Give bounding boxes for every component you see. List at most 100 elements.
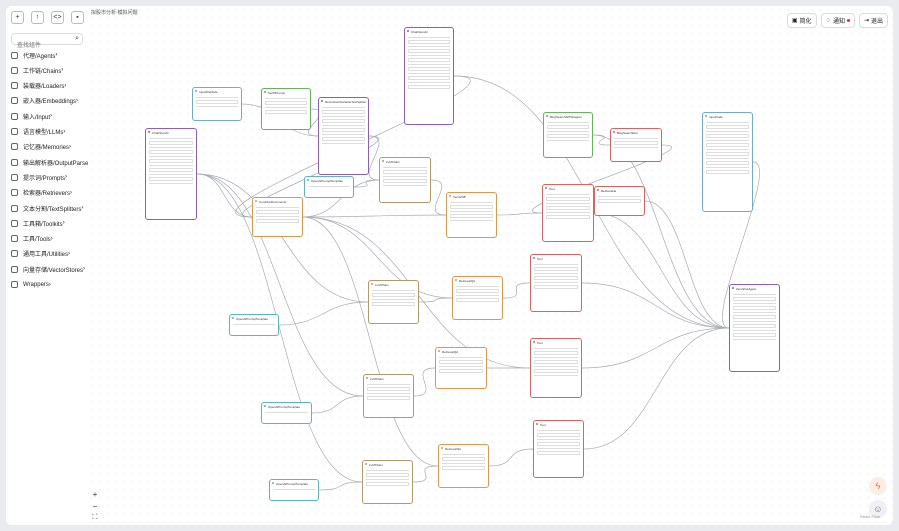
node-field[interactable] [706,152,749,156]
flow-node[interactable]: OpenAIPromptTemplate [304,176,354,198]
category-item[interactable]: 通用工具/Utilities › [11,248,70,260]
flow-node[interactable]: LLMChain [368,280,419,324]
flow-node[interactable]: OpenAIPromptTemplate [261,402,312,424]
node-field[interactable] [706,161,749,165]
flow-node[interactable]: Tool [533,420,584,478]
node-field[interactable] [534,369,578,373]
category-item[interactable]: 装载器/Loaders › [11,80,66,92]
node-field[interactable] [614,141,658,145]
node-field[interactable] [256,219,299,223]
category-item[interactable]: 工作链/Chains › [11,64,63,76]
node-field[interactable] [383,179,427,183]
node-field[interactable] [149,177,193,181]
notifications-button[interactable]: ♢ 通知 [820,13,855,28]
node-field[interactable] [408,85,450,89]
flow-node[interactable]: Tool [530,254,582,312]
node-field[interactable] [408,76,450,80]
category-item[interactable]: 提示词/Prompts › [11,171,67,183]
flow-node[interactable]: RecursiveCharacterTextSplitter [318,97,369,175]
node-field[interactable] [456,289,499,293]
node-field[interactable] [450,214,493,218]
node-field[interactable] [383,170,427,174]
node-field[interactable] [366,473,409,477]
search-icon[interactable]: ⌕ [75,35,79,43]
node-field[interactable] [546,197,590,201]
node-field[interactable] [534,360,578,364]
node-field[interactable] [534,267,578,271]
node-field[interactable] [196,100,238,104]
category-item[interactable]: 代理/Agents › [11,49,57,61]
node-field[interactable] [408,67,450,71]
flow-node[interactable]: RetrievalQA [452,276,503,320]
flow-node[interactable]: ChatOpenAI [404,27,454,125]
node-field[interactable] [439,360,483,364]
node-field[interactable] [733,297,776,301]
flow-node[interactable]: OpenAIPromptTemplate [229,314,279,336]
flow-node[interactable]: InputFileNode [192,87,242,121]
node-field[interactable] [733,306,776,310]
run-flow-button[interactable]: ϟ [869,477,887,495]
flow-canvas[interactable]: InputFileNode SerPIPrompt RecursiveCharact… [88,6,893,525]
logout-button[interactable]: ⇥ 退出 [858,13,888,28]
flow-node[interactable]: CombineDocuments [252,197,303,237]
node-field[interactable] [265,101,307,105]
flow-node[interactable]: OpenAIPromptTemplate [269,479,319,501]
simplify-button[interactable]: ▣ 简化 [786,13,817,28]
node-field[interactable] [366,482,409,486]
category-item[interactable]: 文本分割/TextSplitters › [11,202,83,214]
node-field[interactable] [149,159,193,163]
node-field[interactable] [149,141,193,145]
node-field[interactable] [322,110,365,114]
flow-node[interactable]: ChatOpenAI [145,128,197,220]
node-field[interactable] [547,134,589,138]
node-field[interactable] [534,276,578,280]
category-item[interactable]: 输入/Input › [11,110,52,122]
category-item[interactable]: 向量存储/VectorStores › [11,263,85,275]
node-field[interactable] [733,315,776,319]
node-field[interactable] [534,285,578,289]
node-field[interactable] [450,205,493,209]
node-field[interactable] [598,199,641,203]
node-field[interactable] [547,125,589,129]
node-field[interactable] [367,387,410,391]
flow-node[interactable]: LLMChain [362,460,413,504]
flow-node[interactable]: ZeroShotAgent [729,284,780,372]
category-item[interactable]: 语言模型/LLMs › [11,126,65,138]
node-field[interactable] [256,210,299,214]
flow-node[interactable]: BingSearchAPIWrapper [543,112,593,158]
node-field[interactable] [439,369,483,373]
node-field[interactable] [408,40,450,44]
category-item[interactable]: Wrappers › [11,279,51,291]
node-field[interactable] [537,433,580,437]
node-field[interactable] [706,125,749,129]
flow-node[interactable]: LLMChain [379,157,431,203]
node-field[interactable] [149,168,193,172]
flow-node[interactable]: Tool [542,184,594,242]
node-field[interactable] [372,293,415,297]
zoom-out-button[interactable]: − [90,501,100,511]
category-item[interactable]: 嵌入器/Embeddings › [11,95,78,107]
zoom-in-button[interactable]: + [90,489,100,499]
node-field[interactable] [408,58,450,62]
flow-node[interactable]: RetrievalQA [435,347,487,389]
upload-file-icon[interactable]: ↑ [31,11,44,24]
node-field[interactable] [537,451,580,455]
node-field[interactable] [733,333,776,337]
node-field[interactable] [408,49,450,53]
fit-view-button[interactable]: ⛶ [90,513,100,523]
node-field[interactable] [372,302,415,306]
category-item[interactable]: 检索器/Retrievers › [11,187,72,199]
node-field[interactable] [537,442,580,446]
node-field[interactable] [265,110,307,114]
flow-node[interactable]: InputNode [702,112,753,212]
flow-node[interactable]: Retrievable [594,186,645,216]
node-field[interactable] [322,119,365,123]
node-field[interactable] [534,351,578,355]
category-item[interactable]: 工具/Tools › [11,233,53,245]
node-field[interactable] [367,396,410,400]
new-file-icon[interactable]: + [11,11,24,24]
category-item[interactable]: 工具箱/Toolkits › [11,217,65,229]
flow-node[interactable]: BingSearchRun [610,128,662,162]
flow-node[interactable]: Tool [530,338,582,398]
node-field[interactable] [733,324,776,328]
